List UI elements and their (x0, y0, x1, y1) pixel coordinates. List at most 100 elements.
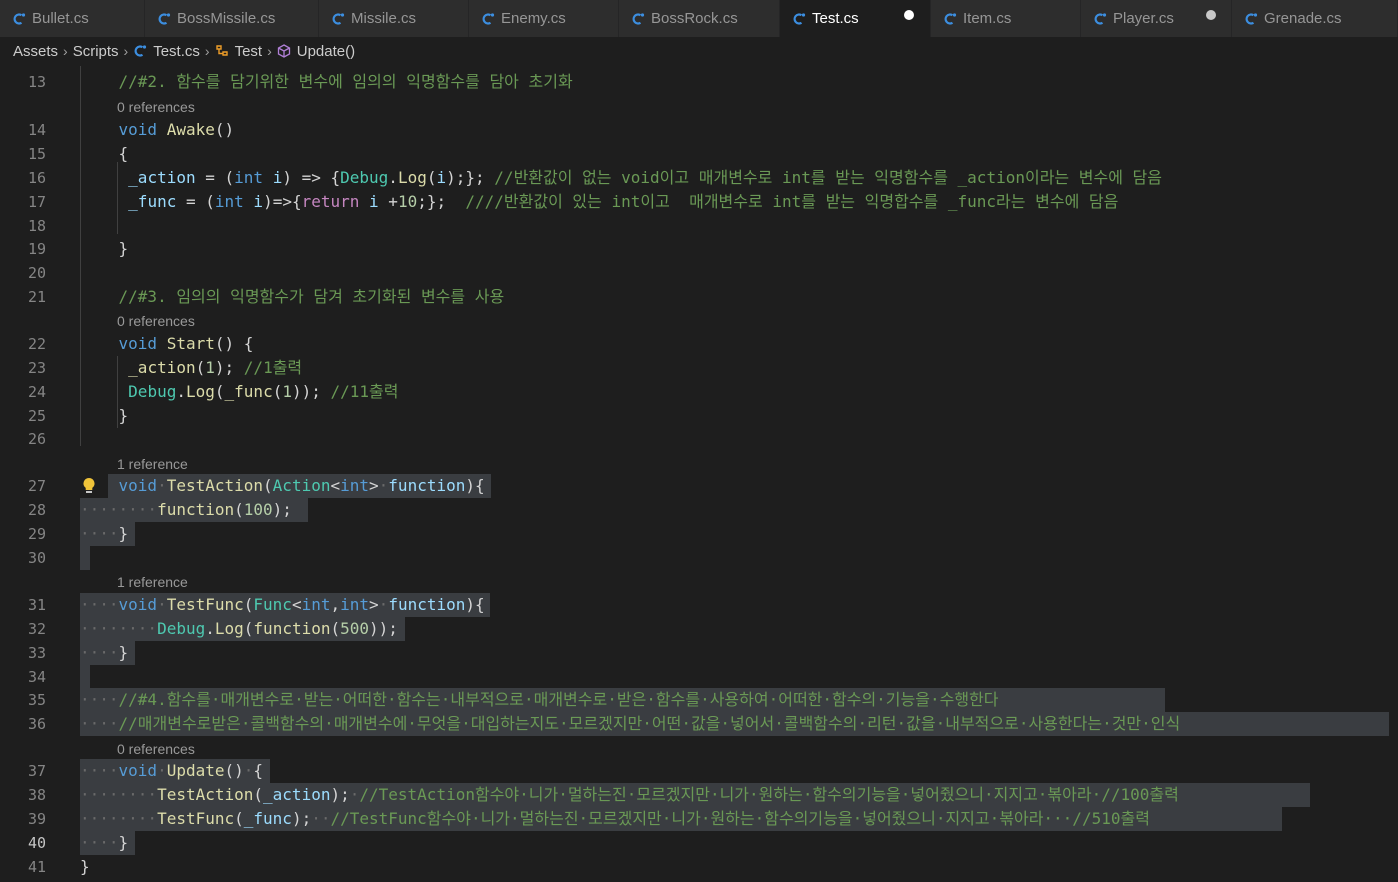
tab-bullet[interactable]: Bullet.cs (0, 0, 145, 37)
code-editor[interactable]: 13 14 15 16 17 18 19 20 21 22 23 24 25 2… (0, 66, 1398, 882)
breadcrumb-scripts[interactable]: Scripts (73, 43, 119, 60)
code-line: ····} (80, 524, 129, 543)
code-line: Debug.Log(_func(1)); //11출력 (128, 382, 399, 401)
code-line: } (80, 406, 129, 425)
line-number: 29 (27, 525, 46, 543)
code-line: _func = (int i)=>{return i +10;}; ////반환… (128, 192, 1119, 211)
selection-highlight (80, 665, 90, 689)
tab-grenade[interactable]: Grenade.cs (1232, 0, 1398, 37)
line-number: 38 (27, 786, 46, 804)
tab-label: BossRock.cs (651, 10, 738, 27)
breadcrumb-class[interactable]: Test (235, 43, 263, 60)
line-number: 17 (27, 193, 46, 211)
line-number: 16 (27, 169, 46, 187)
tab-missile[interactable]: Missile.cs (319, 0, 469, 37)
code-line: ····//매개변수로받은·콜백함수의·매개변수에·무엇을·대입하는지도·모르겠… (80, 714, 1181, 733)
code-lens-references[interactable]: 1 reference (117, 454, 188, 474)
code-line: ····} (80, 643, 129, 662)
code-line: ········TestAction(_action);·//TestActio… (80, 785, 1179, 804)
code-line: _action(1); //1출력 (128, 358, 303, 377)
line-number: 15 (27, 145, 46, 163)
code-line: ········TestFunc(_func);··//TestFunc함수야·… (80, 809, 1150, 828)
line-number: 36 (27, 715, 46, 733)
code-line: //#2. 함수를 담기위한 변수에 임의의 익명함수를 담아 초기화 (118, 72, 573, 91)
line-number: 21 (27, 288, 46, 306)
line-number: 24 (27, 383, 46, 401)
csharp-file-icon (13, 12, 26, 25)
code-line: ····//#4.함수를·매개변수로·받는·어떠한·함수는·내부적으로·매개변수… (80, 690, 999, 709)
code-line: ····} (80, 833, 129, 852)
csharp-file-icon (1245, 12, 1258, 25)
csharp-file-icon (134, 45, 147, 57)
code-line: } (80, 239, 129, 258)
code-line: void Start() { (118, 334, 254, 353)
csharp-file-icon (158, 12, 171, 25)
method-cube-icon (277, 44, 290, 58)
line-number: 33 (27, 644, 46, 662)
chevron-right-icon: › (63, 43, 68, 59)
code-line: { (80, 144, 129, 163)
code-line: void·TestAction(Action<int>·function){ (118, 476, 485, 495)
chevron-right-icon: › (204, 43, 210, 59)
tab-bossrock[interactable]: BossRock.cs (619, 0, 780, 37)
line-number: 32 (27, 620, 46, 638)
code-line: ········Debug.Log(function(500)); (80, 619, 398, 638)
line-number: 27 (27, 477, 46, 495)
line-number: 14 (27, 121, 46, 139)
code-line: _action = (int i) => {Debug.Log(i);}; //… (128, 168, 1162, 187)
class-icon (215, 45, 228, 56)
editor-tab-bar: Bullet.cs BossMissile.cs Missile.cs Enem… (0, 0, 1398, 37)
breadcrumb: Assets › Scripts › Test.cs › Test › Upda… (0, 37, 1398, 65)
code-lens-references[interactable]: 1 reference (117, 572, 188, 592)
unsaved-dot-icon[interactable] (1206, 10, 1216, 20)
code-line: ········function(100); (80, 500, 292, 519)
code-line: void Awake() (118, 120, 235, 139)
tab-label: Test.cs (812, 10, 859, 27)
csharp-file-icon (332, 12, 345, 25)
line-number: 35 (27, 691, 46, 709)
tab-bossmissile[interactable]: BossMissile.cs (145, 0, 319, 37)
breadcrumb-assets[interactable]: Assets (13, 43, 58, 60)
line-number-current: 40 (27, 834, 46, 852)
line-number: 37 (27, 762, 46, 780)
unsaved-dot-icon[interactable] (904, 10, 914, 20)
line-number: 26 (27, 430, 46, 448)
code-line: } (80, 857, 90, 876)
code-lens-references[interactable]: 0 references (117, 311, 195, 331)
line-number: 30 (27, 549, 46, 567)
line-number: 41 (27, 858, 46, 876)
tab-label: Bullet.cs (32, 10, 89, 27)
breadcrumb-file[interactable]: Test.cs (153, 43, 200, 60)
breadcrumb-method[interactable]: Update() (297, 43, 355, 60)
tab-label: Missile.cs (351, 10, 417, 27)
code-lens-references[interactable]: 0 references (117, 739, 195, 759)
line-number: 34 (27, 668, 46, 686)
csharp-file-icon (944, 12, 957, 25)
code-lens-references[interactable]: 0 references (117, 97, 195, 117)
line-number: 13 (27, 73, 46, 91)
tab-item[interactable]: Item.cs (931, 0, 1081, 37)
line-number: 22 (27, 335, 46, 353)
chevron-right-icon: › (267, 43, 272, 59)
csharp-file-icon (793, 12, 806, 25)
line-number: 19 (27, 240, 46, 258)
line-number: 25 (27, 407, 46, 425)
csharp-file-icon (632, 12, 645, 25)
tab-label: Player.cs (1113, 10, 1174, 27)
line-number: 39 (27, 810, 46, 828)
tab-test[interactable]: Test.cs (780, 0, 931, 37)
code-line: //#3. 임의의 익명함수가 담겨 초기화된 변수를 사용 (118, 287, 505, 306)
tab-label: BossMissile.cs (177, 10, 276, 27)
tab-player[interactable]: Player.cs (1081, 0, 1232, 37)
tab-label: Grenade.cs (1264, 10, 1342, 27)
code-line: ····void·TestFunc(Func<int,int>·function… (80, 595, 485, 614)
chevron-right-icon: › (123, 43, 129, 59)
line-number: 23 (27, 359, 46, 377)
line-number: 18 (27, 217, 46, 235)
line-number: 31 (27, 596, 46, 614)
tab-label: Item.cs (963, 10, 1012, 27)
selection-highlight (80, 546, 90, 570)
line-number: 20 (27, 264, 46, 282)
tab-label: Enemy.cs (501, 10, 566, 27)
tab-enemy[interactable]: Enemy.cs (469, 0, 619, 37)
